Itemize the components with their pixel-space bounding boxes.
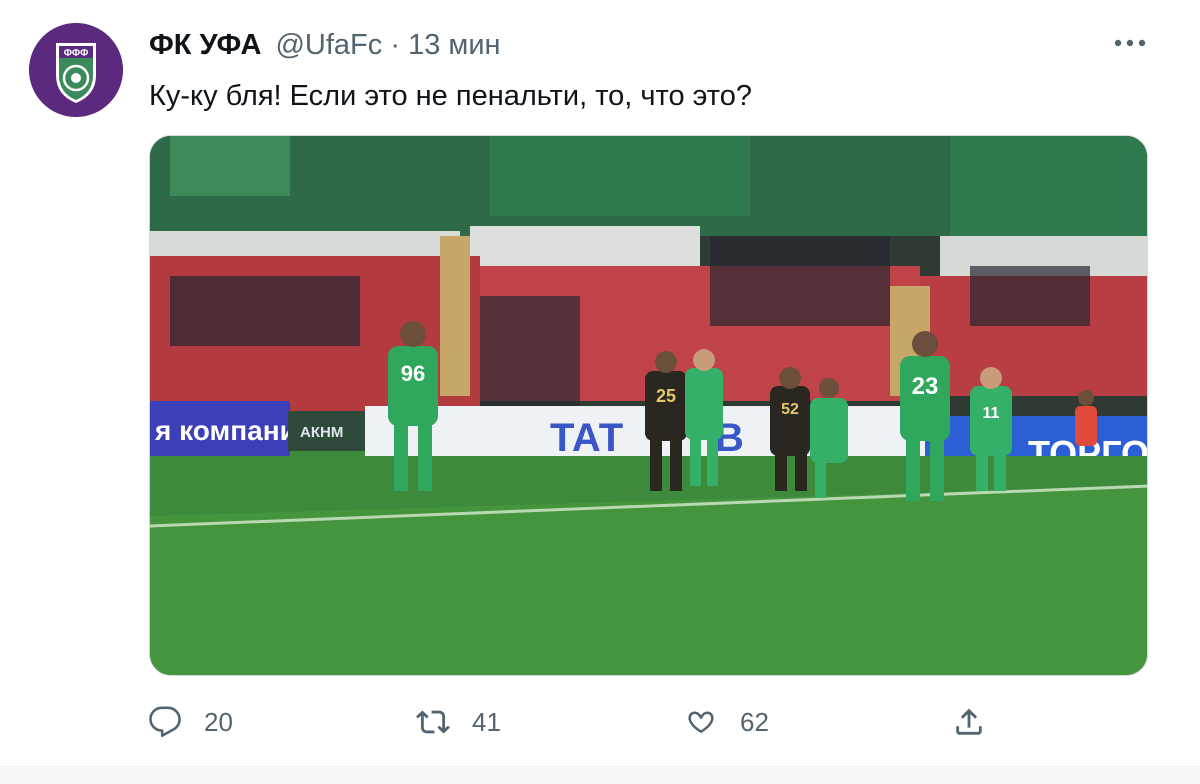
jersey-number-25: 25: [656, 386, 676, 406]
tweet-media[interactable]: я компания АКНМ ТАТ В ТОРГО 96 25 52 23 …: [149, 135, 1148, 676]
referee: [1075, 390, 1097, 446]
heart-icon: [688, 711, 714, 734]
club-logo-icon: ΦΦΦ: [29, 23, 123, 117]
retweet-button[interactable]: 41: [416, 698, 501, 746]
tweet-header: ФК УФА @UfaFc · 13 мин: [149, 28, 501, 62]
reply-icon: [149, 706, 181, 738]
share-icon: [956, 708, 982, 735]
tweet-text: Ку-ку бля! Если это не пенальти, то, что…: [149, 80, 753, 112]
jersey-number-23: 23: [912, 373, 939, 400]
reply-count: 20: [204, 706, 233, 737]
jersey-number-96: 96: [401, 361, 425, 386]
jersey-number-52: 52: [781, 401, 799, 418]
board-center-text: ТАТ: [550, 416, 623, 460]
display-name[interactable]: ФК УФА: [149, 29, 261, 61]
board-mid-left-text: АКНМ: [300, 424, 343, 441]
tweet-divider: [0, 766, 1200, 784]
like-count: 62: [740, 706, 769, 737]
reply-button[interactable]: 20: [148, 698, 233, 746]
separator: ·: [390, 29, 401, 61]
retweet-icon: [416, 710, 450, 734]
handle[interactable]: @UfaFc: [275, 29, 382, 61]
avatar[interactable]: ΦΦΦ: [29, 23, 123, 117]
timestamp[interactable]: 13 мин: [408, 29, 500, 61]
jersey-number-11: 11: [983, 405, 1000, 422]
like-button[interactable]: 62: [684, 698, 769, 746]
avatar-label: ΦΦΦ: [64, 48, 89, 59]
tweet[interactable]: ΦΦΦ ФК УФА @UfaFc · 13 мин Ку-ку бля! Ес…: [0, 0, 1200, 784]
match-photo: я компания АКНМ ТАТ В ТОРГО 96 25 52 23 …: [150, 136, 1147, 675]
retweet-count: 41: [472, 706, 501, 737]
tweet-actions: 20 41 62: [148, 698, 1148, 746]
more-button[interactable]: [1108, 28, 1152, 58]
more-icon: [1114, 39, 1146, 47]
share-button[interactable]: [952, 698, 986, 746]
